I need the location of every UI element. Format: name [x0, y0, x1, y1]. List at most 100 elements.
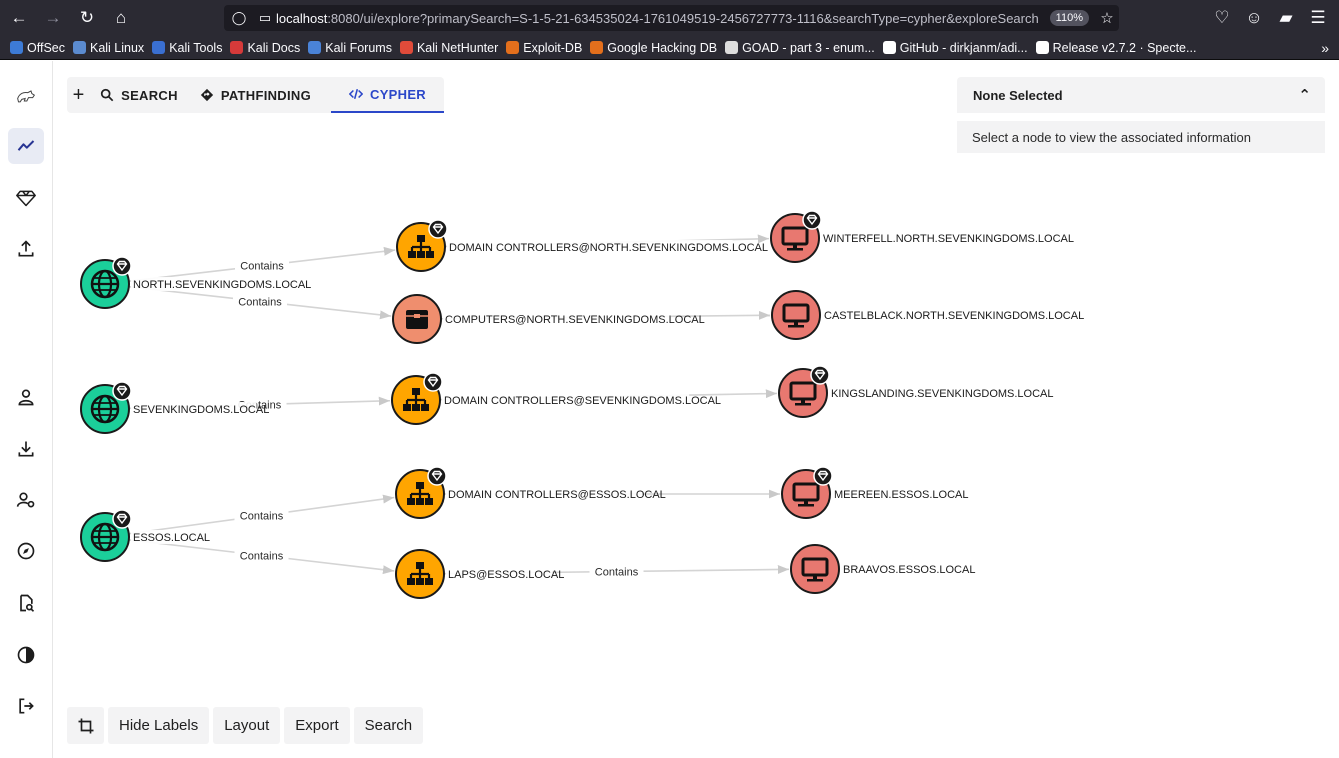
graph-node-group[interactable]: DOMAIN CONTROLLERS@SEVENKINGDOMS.LOCAL: [391, 372, 721, 425]
download-icon[interactable]: [8, 431, 44, 467]
tab-cypher[interactable]: CYPHER: [331, 77, 444, 113]
account-icon[interactable]: ☺: [1239, 3, 1269, 33]
node-circle[interactable]: [771, 290, 821, 340]
hide-labels-button[interactable]: Hide Labels: [108, 707, 210, 744]
graph-node-computer[interactable]: KINGSLANDING.SEVENKINGDOMS.LOCAL: [778, 365, 1054, 418]
code-icon: [349, 88, 364, 100]
bookmark-item[interactable]: Release v2.7.2 · Specte...: [1035, 41, 1196, 55]
bookmark-label: GitHub - dirkjanm/adi...: [899, 40, 1028, 55]
node-label: DOMAIN CONTROLLERS@SEVENKINGDOMS.LOCAL: [444, 395, 721, 407]
graph-toolbar: Hide Labels Layout Export Search: [67, 707, 427, 744]
bookmark-favicon-icon: [308, 41, 322, 54]
bookmark-label: Kali Forums: [325, 40, 392, 55]
bookmark-item[interactable]: Kali Docs: [230, 41, 300, 55]
bookmark-favicon-icon: [506, 41, 520, 54]
node-label: NORTH.SEVENKINGDOMS.LOCAL: [133, 279, 311, 291]
bookmarks-overflow-icon[interactable]: »: [1321, 40, 1329, 56]
app-sidebar: [0, 61, 53, 758]
bookmark-item[interactable]: GOAD - part 3 - enum...: [725, 41, 875, 55]
bloodhound-logo-icon[interactable]: [8, 78, 44, 114]
node-label: KINGSLANDING.SEVENKINGDOMS.LOCAL: [831, 388, 1054, 400]
tab-search[interactable]: SEARCH: [100, 77, 178, 113]
back-icon[interactable]: ←: [4, 3, 34, 33]
bookmark-label: Kali Tools: [169, 40, 223, 55]
node-circle[interactable]: [790, 544, 840, 594]
graph-canvas[interactable]: Contains Contains Contains Contains Contains…: [53, 113, 1339, 693]
node-label: MEEREEN.ESSOS.LOCAL: [834, 489, 969, 501]
bookmark-item[interactable]: Exploit-DB: [506, 41, 582, 55]
edge-label: Contains: [238, 296, 282, 308]
bookmark-label: Kali NetHunter: [416, 40, 499, 55]
user-icon[interactable]: [8, 379, 44, 415]
bookmark-label: Exploit-DB: [523, 40, 583, 55]
graph-node-group[interactable]: DOMAIN CONTROLLERS@NORTH.SEVENKINGDOMS.L…: [396, 219, 768, 272]
tab-pathfinding-label: PATHFINDING: [220, 87, 312, 103]
graph-node-computer[interactable]: BRAAVOS.ESSOS.LOCAL: [790, 544, 975, 594]
url-text[interactable]: localhost:8080/ui/explore?primarySearch=…: [276, 11, 1044, 26]
graph-node-container[interactable]: COMPUTERS@NORTH.SEVENKINGDOMS.LOCAL: [392, 294, 705, 344]
bookmark-item[interactable]: Kali NetHunter: [399, 40, 499, 55]
pocket-icon[interactable]: ♡: [1207, 3, 1237, 33]
graph-node-domain[interactable]: SEVENKINGDOMS.LOCAL: [80, 381, 269, 434]
node-label: ESSOS.LOCAL: [133, 532, 210, 544]
bookmark-item[interactable]: GitHub - dirkjanm/adi...: [882, 40, 1028, 55]
graph-node-group[interactable]: DOMAIN CONTROLLERS@ESSOS.LOCAL: [395, 466, 666, 519]
compass-icon[interactable]: [8, 533, 44, 569]
bookmark-label: Kali Docs: [247, 40, 301, 55]
forward-icon[interactable]: →: [38, 3, 68, 33]
graph-node-domain[interactable]: ESSOS.LOCAL: [80, 509, 210, 562]
bookmark-star-icon[interactable]: ☆: [1095, 9, 1119, 27]
bookmark-item[interactable]: Kali Tools: [152, 41, 222, 55]
extensions-icon[interactable]: ▰: [1271, 3, 1301, 33]
graph-svg[interactable]: Contains Contains Contains Contains Contains…: [53, 113, 1339, 693]
menu-icon[interactable]: ☰: [1303, 3, 1333, 33]
user-settings-icon[interactable]: [8, 482, 44, 518]
bookmark-label: OffSec: [27, 40, 65, 55]
bookmark-item[interactable]: Google Hacking DB: [590, 41, 717, 55]
graph-node-group[interactable]: LAPS@ESSOS.LOCAL: [395, 549, 564, 599]
zoom-badge[interactable]: 110%: [1049, 10, 1089, 26]
bookmark-favicon-icon: [399, 41, 413, 54]
node-label: SEVENKINGDOMS.LOCAL: [133, 404, 269, 416]
tier-zero-gem-icon: [802, 210, 822, 230]
home-icon[interactable]: ⌂: [106, 3, 136, 33]
tier-zero-gem-icon: [810, 365, 830, 385]
gem-icon[interactable]: [8, 180, 44, 216]
search-icon: [100, 88, 114, 102]
url-bar[interactable]: ◯ ▭ localhost:8080/ui/explore?primarySea…: [224, 5, 1119, 31]
tier-zero-gem-icon: [423, 372, 443, 392]
tier-zero-gem-icon: [112, 256, 132, 276]
bookmark-favicon-icon: [590, 41, 604, 54]
file-search-icon[interactable]: [8, 585, 44, 621]
reload-icon[interactable]: ↻: [72, 3, 102, 33]
browser-toolbar: ← → ↻ ⌂ ◯ ▭ localhost:8080/ui/explore?pr…: [0, 0, 1339, 36]
explore-icon[interactable]: [8, 128, 44, 164]
collapse-chevrons-icon[interactable]: ⌃: [1298, 86, 1311, 104]
diamond-route-icon: [200, 88, 213, 102]
tab-pathfinding[interactable]: PATHFINDING: [200, 77, 311, 113]
bookmark-favicon-icon: [152, 41, 166, 54]
shield-icon: ◯: [231, 10, 247, 25]
dark-mode-icon[interactable]: [8, 637, 44, 673]
graph-node-computer[interactable]: CASTELBLACK.NORTH.SEVENKINGDOMS.LOCAL: [771, 290, 1084, 340]
graph-search-button[interactable]: Search: [353, 707, 424, 744]
tab-cypher-label: CYPHER: [370, 86, 426, 102]
export-button[interactable]: Export: [284, 707, 350, 744]
info-panel-header[interactable]: None Selected ⌃: [957, 77, 1325, 113]
bookmark-favicon-icon: [882, 41, 896, 54]
graph-node-computer[interactable]: WINTERFELL.NORTH.SEVENKINGDOMS.LOCAL: [770, 210, 1074, 263]
edge-label: Contains: [240, 511, 284, 523]
add-tab-button[interactable]: +: [67, 77, 90, 113]
container-glyph-icon: [406, 310, 428, 329]
bookmark-favicon-icon: [725, 41, 739, 54]
upload-icon[interactable]: [8, 231, 44, 267]
url-host: localhost: [276, 10, 328, 26]
logout-icon[interactable]: [8, 688, 44, 724]
graph-node-computer[interactable]: MEEREEN.ESSOS.LOCAL: [781, 466, 969, 519]
layout-button[interactable]: Layout: [213, 707, 281, 744]
bookmark-item[interactable]: Kali Linux: [72, 41, 144, 55]
crop-icon[interactable]: [67, 707, 104, 744]
page-icon: ▭: [258, 10, 272, 25]
bookmark-item[interactable]: OffSec: [10, 41, 65, 55]
bookmark-item[interactable]: Kali Forums: [308, 41, 392, 55]
